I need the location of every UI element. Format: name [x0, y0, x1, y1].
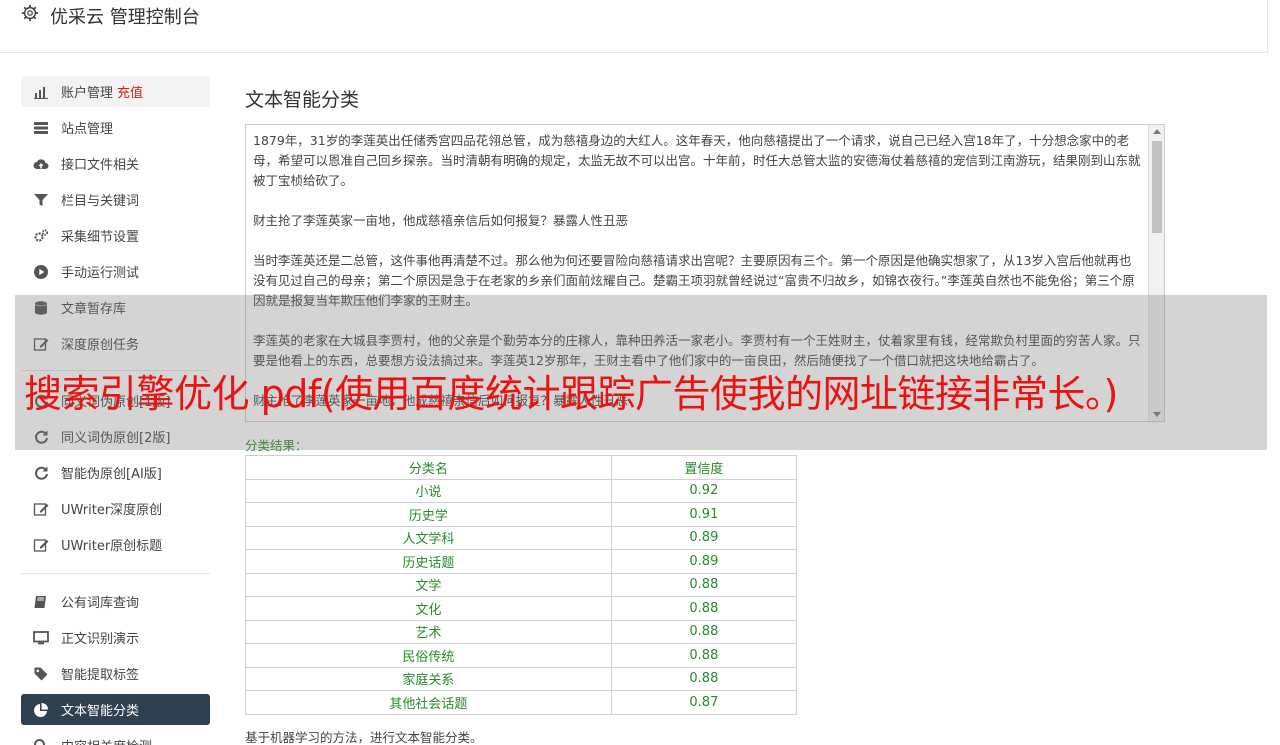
table-row: 历史学 0.91 — [245, 502, 798, 527]
play-circle-icon — [21, 264, 61, 280]
book-icon — [21, 594, 61, 610]
edit-icon — [21, 537, 61, 553]
table-row: 其他社会话题 0.87 — [245, 690, 798, 715]
category-cell: 家庭关系 — [245, 666, 612, 691]
table-row: 家庭关系 0.88 — [245, 666, 798, 691]
sidebar-item-account[interactable]: 账户管理 充值 — [21, 76, 210, 107]
server-icon — [21, 120, 61, 136]
confidence-cell: 0.92 — [610, 478, 798, 503]
overlay-headline: 搜索引擎优化 pdf(使用百度统计跟踪广告使我的网址链接非常长。) — [24, 372, 1118, 416]
confidence-cell: 0.88 — [610, 643, 798, 668]
table-row: 民俗传统 0.88 — [245, 643, 798, 668]
sidebar-item-tag-extraction[interactable]: 智能提取标签 — [21, 658, 210, 689]
pie-chart-icon — [21, 702, 61, 718]
search-icon — [21, 738, 61, 745]
sidebar-item-columns-keywords[interactable]: 栏目与关键词 — [21, 184, 210, 215]
category-cell: 历史话题 — [245, 549, 612, 574]
top-bar: 优采云 管理控制台 — [0, 0, 1268, 53]
sidebar-item-interface-files[interactable]: 接口文件相关 — [21, 148, 210, 179]
column-header-category: 分类名 — [245, 455, 612, 480]
sidebar-item-label: 接口文件相关 — [61, 158, 140, 173]
sidebar-item-ai-rewrite[interactable]: 智能伪原创[AI版] — [21, 457, 210, 488]
sidebar-item-uwriter-title[interactable]: UWriter原创标题 — [21, 529, 210, 560]
sidebar-item-label: 公有词库查询 — [61, 596, 140, 611]
table-row: 文学 0.88 — [245, 572, 798, 597]
sidebar-item-label: 智能提取标签 — [61, 668, 140, 683]
sidebar-item-sites[interactable]: 站点管理 — [21, 112, 210, 143]
sidebar-item-body-recognition[interactable]: 正文识别演示 — [21, 622, 210, 653]
table-row: 艺术 0.88 — [245, 619, 798, 644]
bar-chart-icon — [21, 84, 61, 100]
gears-icon — [21, 228, 61, 244]
text-paragraph: 财主抢了李莲英家一亩地，他成慈禧亲信后如何报复？暴露人性丑恶 — [253, 213, 629, 228]
sidebar-item-label: 内容相关度检测 — [61, 736, 152, 745]
category-cell: 人文学科 — [245, 525, 612, 550]
sidebar-item-label: 采集细节设置 — [61, 230, 140, 245]
table-header-row: 分类名 置信度 — [245, 455, 798, 480]
monitor-icon — [21, 630, 61, 646]
table-row: 人文学科 0.89 — [245, 525, 798, 550]
sidebar-item-collect-settings[interactable]: 采集细节设置 — [21, 220, 210, 251]
category-cell: 艺术 — [245, 619, 612, 644]
confidence-cell: 0.88 — [610, 572, 798, 597]
category-cell: 文化 — [245, 596, 612, 621]
sidebar-item-label: 手动运行测试 — [61, 266, 140, 281]
edit-icon — [21, 501, 61, 517]
text-paragraph: 1879年，31岁的李莲英出任储秀宫四品花翎总管，成为慈禧身边的大红人。这年春天… — [253, 133, 1141, 188]
scrollbar-thumb[interactable] — [1152, 141, 1162, 233]
category-cell: 小说 — [245, 478, 612, 503]
confidence-cell: 0.89 — [610, 525, 798, 550]
sidebar-item-text-classification[interactable]: 文本智能分类 — [21, 694, 210, 725]
sidebar-item-label: 账户管理 — [61, 86, 114, 101]
confidence-cell: 0.89 — [610, 549, 798, 574]
category-cell: 其他社会话题 — [245, 690, 612, 715]
sidebar-item-label: 文本智能分类 — [61, 704, 140, 719]
sidebar-item-label: 智能伪原创[AI版] — [61, 467, 162, 482]
gear-icon — [21, 4, 39, 22]
table-row: 文化 0.88 — [245, 596, 798, 621]
confidence-cell: 0.87 — [610, 690, 798, 715]
recharge-link[interactable]: 充值 — [117, 82, 143, 101]
category-cell: 文学 — [245, 572, 612, 597]
category-cell: 民俗传统 — [245, 643, 612, 668]
method-footnote: 基于机器学习的方法，进行文本智能分类。 — [245, 730, 483, 745]
sidebar-item-manual-test[interactable]: 手动运行测试 — [21, 256, 210, 287]
sidebar-item-label: UWriter深度原创 — [61, 503, 163, 518]
sidebar-item-label: 栏目与关键词 — [61, 194, 140, 209]
category-cell: 历史学 — [245, 502, 612, 527]
page-title: 文本智能分类 — [245, 89, 360, 111]
sidebar-divider — [21, 573, 210, 574]
sidebar-item-uwriter-deep[interactable]: UWriter深度原创 — [21, 493, 210, 524]
tag-icon — [21, 666, 61, 682]
confidence-cell: 0.91 — [610, 502, 798, 527]
table-row: 历史话题 0.89 — [245, 549, 798, 574]
cloud-upload-icon — [21, 156, 61, 172]
sidebar-item-label: 正文识别演示 — [61, 632, 140, 647]
sidebar-item-label: UWriter原创标题 — [61, 539, 163, 554]
app-title: 优采云 管理控制台 — [50, 7, 200, 28]
filter-icon — [21, 192, 61, 208]
sidebar-item-label: 站点管理 — [61, 122, 114, 137]
confidence-cell: 0.88 — [610, 666, 798, 691]
scroll-up-icon[interactable] — [1153, 129, 1161, 134]
column-header-confidence: 置信度 — [610, 455, 798, 480]
table-row: 小说 0.92 — [245, 478, 798, 503]
sidebar-item-public-lexicon[interactable]: 公有词库查询 — [21, 586, 210, 617]
sidebar-item-relevance-check[interactable]: 内容相关度检测 — [21, 730, 210, 745]
confidence-cell: 0.88 — [610, 596, 798, 621]
confidence-cell: 0.88 — [610, 619, 798, 644]
classification-results-table: 分类名 置信度 小说 0.92 历史学 0.91 人文学科 0.89 历史话题 0.89… — [245, 455, 798, 715]
refresh-icon — [21, 465, 61, 481]
